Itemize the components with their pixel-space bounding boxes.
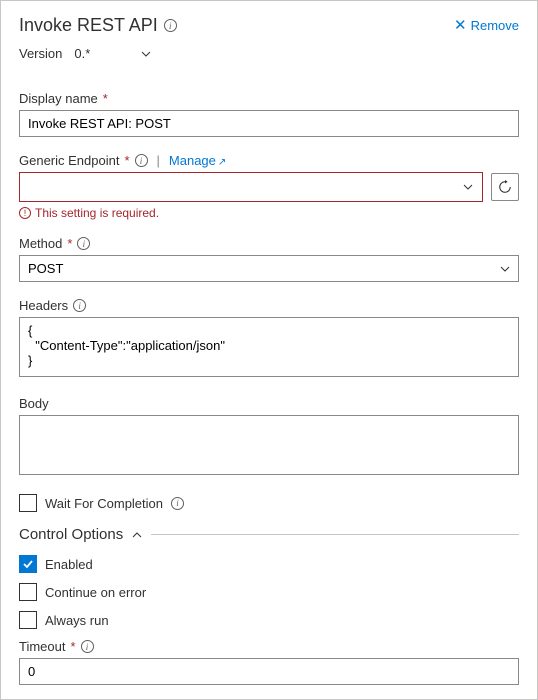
timeout-input[interactable] bbox=[19, 658, 519, 685]
refresh-icon bbox=[498, 180, 512, 194]
method-field: Method * i bbox=[19, 236, 519, 282]
field-label: Method * i bbox=[19, 236, 519, 251]
timeout-label: Timeout bbox=[19, 639, 65, 654]
version-select[interactable]: 0.* bbox=[70, 44, 156, 63]
display-name-field: Display name * bbox=[19, 91, 519, 137]
wait-checkbox[interactable] bbox=[19, 494, 37, 512]
error-message: ! This setting is required. bbox=[19, 206, 519, 220]
continue-row: Continue on error bbox=[19, 583, 519, 601]
timeout-field: Timeout * i bbox=[19, 639, 519, 685]
enabled-row: Enabled bbox=[19, 555, 519, 573]
info-icon[interactable]: i bbox=[171, 497, 184, 510]
version-value: 0.* bbox=[74, 46, 90, 61]
always-run-row: Always run bbox=[19, 611, 519, 629]
info-icon[interactable]: i bbox=[81, 640, 94, 653]
display-name-input[interactable] bbox=[19, 110, 519, 137]
remove-button[interactable]: ✕ Remove bbox=[454, 18, 519, 33]
field-label: Generic Endpoint * i | Manage↗ bbox=[19, 153, 519, 168]
version-row: Version 0.* bbox=[19, 44, 519, 63]
refresh-button[interactable] bbox=[491, 173, 519, 201]
continue-checkbox[interactable] bbox=[19, 583, 37, 601]
error-icon: ! bbox=[19, 207, 31, 219]
field-label: Timeout * i bbox=[19, 639, 519, 654]
method-label: Method bbox=[19, 236, 62, 251]
control-options-title: Control Options bbox=[19, 526, 123, 543]
remove-label: Remove bbox=[471, 18, 519, 33]
manage-link[interactable]: Manage↗ bbox=[169, 153, 226, 168]
endpoint-select-wrap bbox=[19, 172, 483, 202]
always-run-checkbox[interactable] bbox=[19, 611, 37, 629]
endpoint-select[interactable] bbox=[19, 172, 483, 202]
required-indicator: * bbox=[103, 91, 108, 106]
endpoint-row bbox=[19, 172, 519, 202]
task-config-panel: Invoke REST API i ✕ Remove Version 0.* D… bbox=[0, 0, 538, 700]
manage-label: Manage bbox=[169, 153, 216, 168]
required-indicator: * bbox=[124, 153, 129, 168]
field-label: Headers i bbox=[19, 298, 519, 313]
field-label: Display name * bbox=[19, 91, 519, 106]
required-indicator: * bbox=[70, 639, 75, 654]
chevron-down-icon bbox=[462, 181, 474, 193]
close-icon: ✕ bbox=[454, 18, 467, 33]
headers-input[interactable] bbox=[19, 317, 519, 377]
chevron-up-icon bbox=[131, 529, 143, 541]
title-text: Invoke REST API bbox=[19, 15, 158, 36]
header-row: Invoke REST API i ✕ Remove bbox=[19, 15, 519, 36]
version-label: Version bbox=[19, 46, 62, 61]
panel-title: Invoke REST API i bbox=[19, 15, 177, 36]
enabled-label: Enabled bbox=[45, 557, 93, 572]
method-select-wrap bbox=[19, 255, 519, 282]
check-icon bbox=[22, 558, 34, 570]
separator: | bbox=[157, 153, 160, 168]
error-text: This setting is required. bbox=[35, 206, 159, 220]
required-indicator: * bbox=[67, 236, 72, 251]
control-options-header[interactable]: Control Options bbox=[19, 526, 519, 543]
method-select[interactable] bbox=[19, 255, 519, 282]
endpoint-label: Generic Endpoint bbox=[19, 153, 119, 168]
body-label: Body bbox=[19, 396, 49, 411]
external-link-icon: ↗ bbox=[218, 157, 226, 168]
info-icon[interactable]: i bbox=[164, 19, 177, 32]
headers-field: Headers i bbox=[19, 298, 519, 380]
field-label: Body bbox=[19, 396, 519, 411]
wait-label: Wait For Completion bbox=[45, 496, 163, 511]
body-input[interactable] bbox=[19, 415, 519, 475]
info-icon[interactable]: i bbox=[73, 299, 86, 312]
body-field: Body bbox=[19, 396, 519, 478]
wait-checkbox-row: Wait For Completion i bbox=[19, 494, 519, 512]
continue-label: Continue on error bbox=[45, 585, 146, 600]
chevron-down-icon bbox=[140, 48, 152, 60]
enabled-checkbox[interactable] bbox=[19, 555, 37, 573]
divider bbox=[151, 534, 519, 535]
endpoint-field: Generic Endpoint * i | Manage↗ ! This bbox=[19, 153, 519, 220]
always-run-label: Always run bbox=[45, 613, 109, 628]
info-icon[interactable]: i bbox=[77, 237, 90, 250]
info-icon[interactable]: i bbox=[135, 154, 148, 167]
display-name-label: Display name bbox=[19, 91, 98, 106]
headers-label: Headers bbox=[19, 298, 68, 313]
